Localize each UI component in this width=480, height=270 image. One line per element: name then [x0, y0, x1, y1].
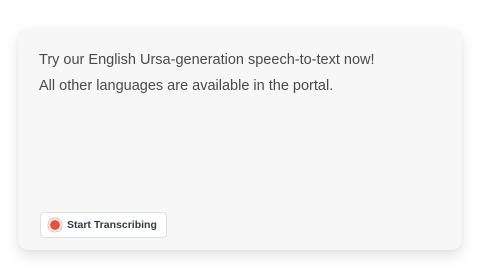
- intro-line-1: Try our English Ursa-generation speech-t…: [39, 52, 375, 68]
- intro-line-2: All other languages are available in the…: [39, 78, 334, 94]
- start-transcribing-button[interactable]: Start Transcribing: [40, 212, 167, 238]
- intro-text: Try our English Ursa-generation speech-t…: [39, 47, 449, 99]
- transcription-card: Try our English Ursa-generation speech-t…: [18, 28, 462, 250]
- start-transcribing-label: Start Transcribing: [67, 219, 157, 231]
- record-icon: [50, 220, 60, 230]
